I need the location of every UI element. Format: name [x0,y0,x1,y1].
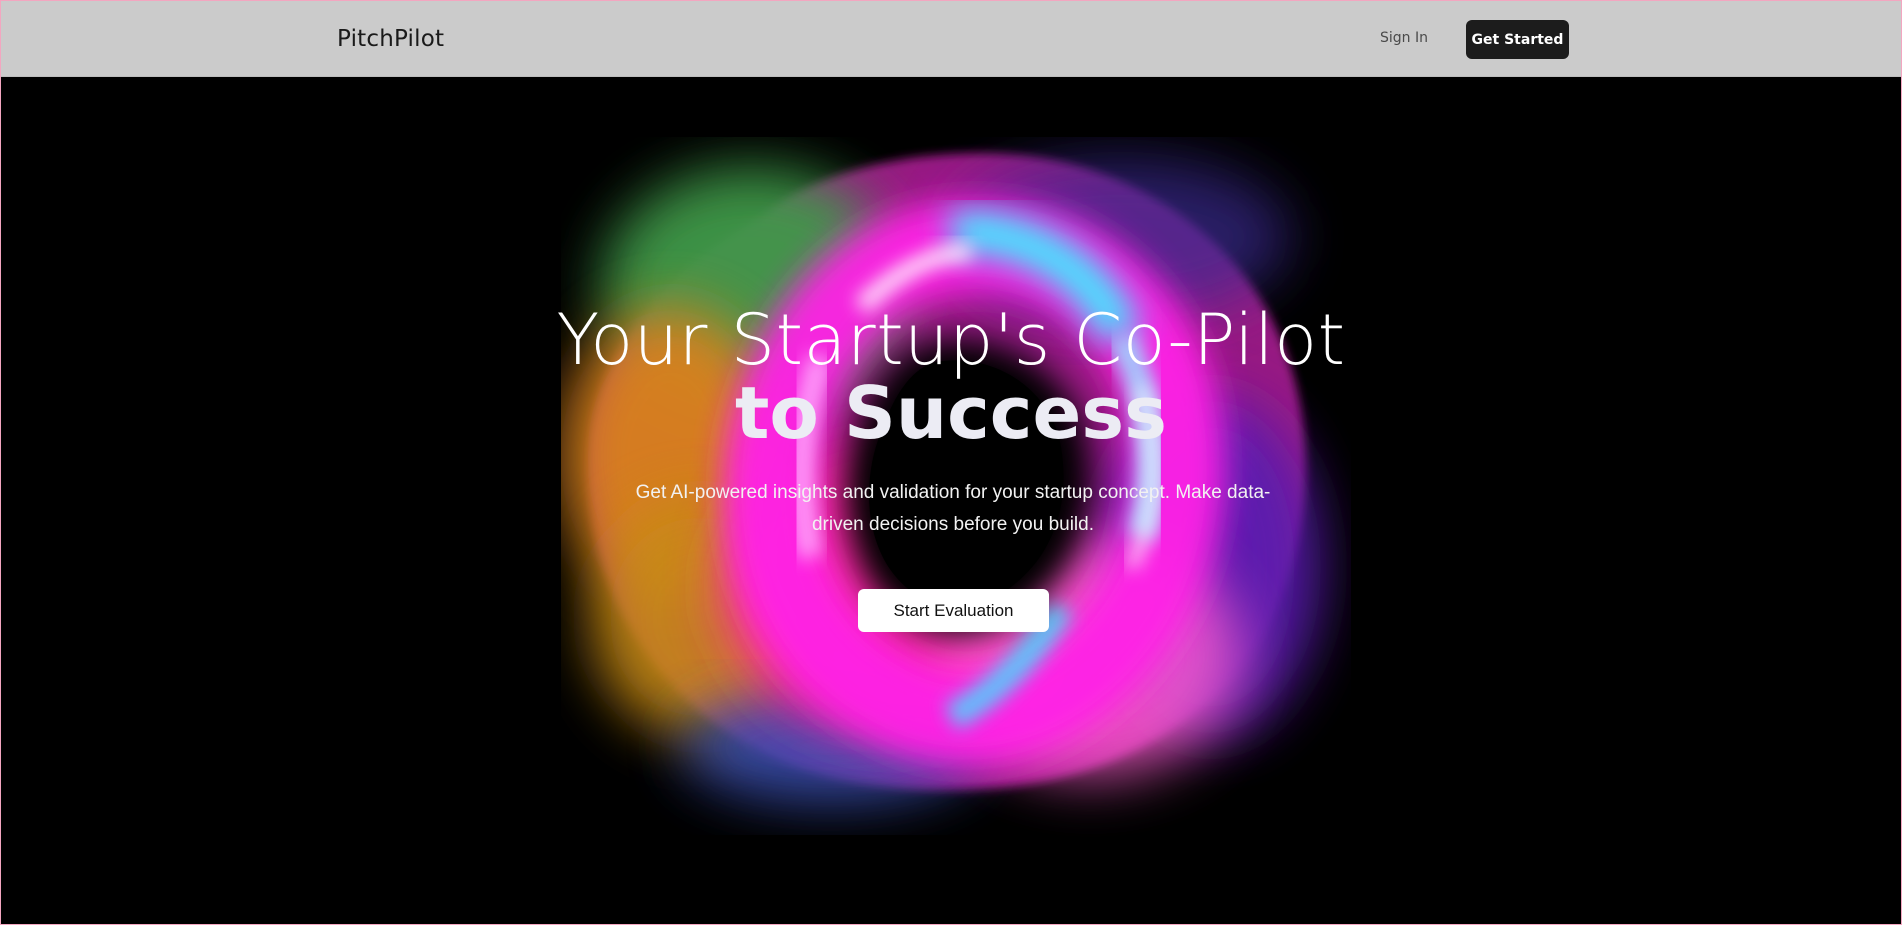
hero-title-line1: Your Startup's Co-Pilot [556,299,1346,381]
hero-section: Your Startup's Co-Pilot to Success Get A… [1,77,1901,924]
sign-in-link[interactable]: Sign In [1380,30,1428,46]
hero-title-line2: to Success [735,371,1167,455]
browser-viewport: PitchPilot Sign In Get Started Your Star… [0,0,1902,925]
get-started-button[interactable]: Get Started [1466,20,1569,59]
hero-subtitle: Get AI-powered insights and validation f… [635,482,1271,535]
brand-logo[interactable]: PitchPilot [337,26,444,52]
start-evaluation-button[interactable]: Start Evaluation [858,589,1049,632]
top-navbar: PitchPilot Sign In Get Started [1,1,1901,77]
